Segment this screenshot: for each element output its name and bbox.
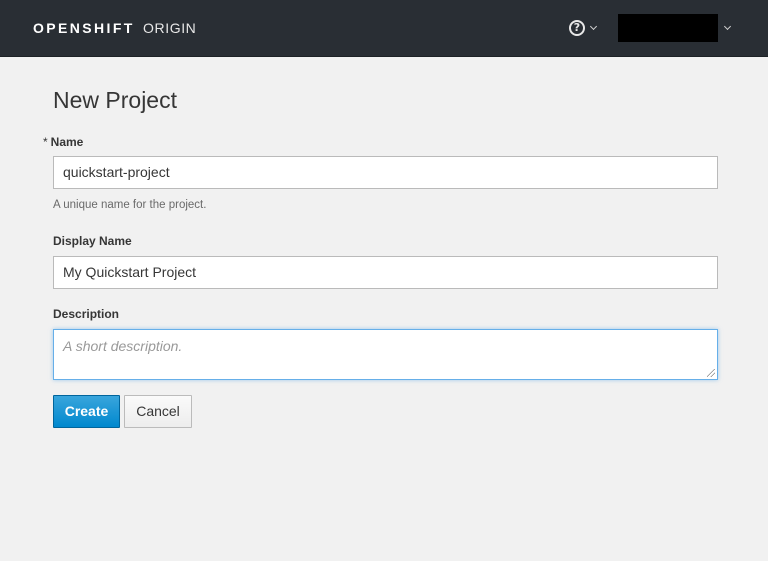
name-help-text: A unique name for the project. [53, 199, 207, 211]
brand-name: OPENSHIFT [33, 20, 135, 36]
description-placeholder: A short description. [63, 338, 183, 354]
help-menu-toggle[interactable]: ? [569, 18, 598, 38]
name-label-text: Name [50, 135, 84, 149]
brand-edition: ORIGIN [143, 20, 197, 36]
user-menu-toggle[interactable] [618, 14, 732, 42]
page-title: New Project [53, 87, 177, 113]
question-circle-icon: ? [569, 20, 585, 36]
top-navbar: OPENSHIFT ORIGIN ? [0, 0, 768, 57]
cancel-button[interactable]: Cancel [124, 395, 192, 428]
display-name-label: Display Name [53, 234, 132, 248]
description-label: Description [53, 307, 120, 321]
user-name-redacted [618, 14, 718, 42]
name-input[interactable]: quickstart-project [53, 156, 718, 189]
display-name-input[interactable]: My Quickstart Project [53, 256, 718, 289]
description-textarea[interactable]: A short description. [53, 329, 718, 380]
resize-handle-icon[interactable] [707, 369, 715, 377]
chevron-down-icon [723, 22, 732, 31]
chevron-down-icon [589, 22, 598, 31]
create-button[interactable]: Create [53, 395, 120, 428]
name-label: * Name [43, 135, 83, 149]
brand-logo[interactable]: OPENSHIFT ORIGIN [33, 20, 196, 37]
required-marker: * [43, 135, 48, 149]
